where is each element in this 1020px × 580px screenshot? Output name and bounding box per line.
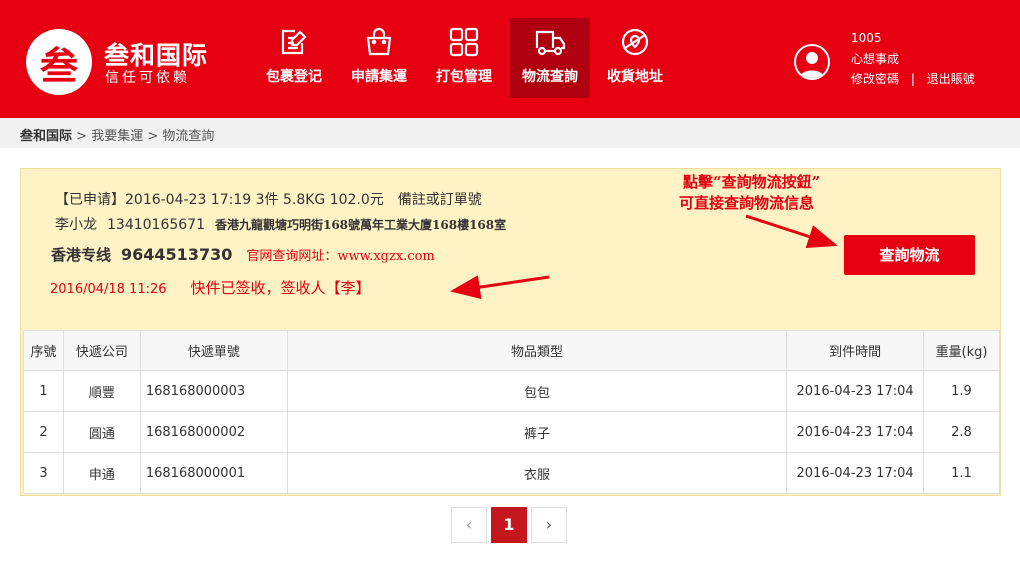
cell-arrival-time: 2016-04-23 17:04: [786, 370, 925, 412]
change-password-link[interactable]: 修改密碼: [851, 72, 899, 86]
breadcrumb-current: 物流查詢: [162, 129, 215, 144]
carrier-name: 香港专线: [51, 246, 112, 264]
order-summary: 【已申请】2016-04-23 17:19 3件 5.8KG 102.0元: [55, 192, 384, 208]
logo[interactable]: 叁: [26, 29, 92, 95]
tracking-line: 香港专线 9644513730 官网查询网址：www.xgzx.com: [51, 244, 435, 265]
hint-line-2: 可直接查詢物流信息: [679, 194, 815, 212]
user-links: 修改密碼 | 退出賬號: [851, 70, 975, 87]
arrow-to-status: [450, 275, 550, 299]
user-id: 1005: [851, 31, 882, 45]
edit-icon: [281, 29, 307, 55]
tracking-status-line: 2016/04/18 11:26 快件已签收，签收人【李】: [50, 277, 371, 298]
breadcrumb: 叁和国际 > 我要集運 > 物流查詢: [0, 118, 1020, 148]
truck-icon: [535, 30, 566, 56]
cell-courier: 申通: [62, 452, 141, 494]
query-logistics-button[interactable]: 查詢物流: [844, 235, 975, 275]
table-row: 2 圓通 168168000002 裤子 2016-04-23 17:04 2.…: [23, 411, 1000, 453]
user-icon: [800, 52, 824, 78]
order-remark: 備註或訂單號: [397, 192, 482, 208]
grid-icon: [449, 27, 479, 57]
cell-index: 3: [23, 452, 64, 494]
order-panel: 【已申请】2016-04-23 17:19 3件 5.8KG 102.0元 備註或…: [20, 168, 1001, 496]
recipient-name: 李小龙: [55, 217, 97, 233]
cell-item-type: 包包: [286, 370, 788, 412]
bag-icon: [366, 27, 392, 56]
cell-weight: 2.8: [923, 411, 1000, 453]
parcel-table: 序號 快遞公司 快遞單號 物品類型 到件時間 重量(kg) 1 順豐 16816…: [23, 330, 1000, 494]
nav-item-logistics-query[interactable]: 物流查詢: [510, 18, 590, 98]
cell-weight: 1.1: [923, 452, 1000, 494]
cell-index: 2: [23, 411, 64, 453]
cell-tracking-no: 168168000001: [139, 452, 288, 494]
nav-label: 物流查詢: [522, 69, 578, 85]
prev-page-button[interactable]: ‹: [451, 507, 487, 543]
col-header-tracking-no: 快遞單號: [139, 330, 288, 371]
nav-label: 包裹登记: [266, 69, 322, 85]
table-row: 3 申通 168168000001 衣服 2016-04-23 17:04 1.…: [23, 452, 1000, 494]
breadcrumb-sep: >: [72, 129, 92, 144]
link-separator: |: [910, 72, 915, 86]
col-header-arrival-time: 到件時間: [786, 330, 925, 371]
hint-annotation: 點擊“查詢物流按鈕” 可直接查詢物流信息: [679, 172, 821, 214]
nav-label: 申請集運: [351, 69, 407, 85]
cell-item-type: 衣服: [286, 452, 788, 494]
cell-tracking-no: 168168000003: [139, 370, 288, 412]
col-header-item-type: 物品類型: [286, 330, 788, 371]
cell-tracking-no: 168168000002: [139, 411, 288, 453]
logo-char: 叁: [39, 42, 78, 88]
nav-item-parcel-register[interactable]: 包裹登记: [254, 18, 334, 98]
avatar[interactable]: [794, 44, 830, 80]
nav-item-apply-consolidation[interactable]: 申請集運: [339, 18, 419, 98]
nav-item-delivery-address[interactable]: 收貨地址: [595, 18, 675, 98]
hint-line-1: 點擊“查詢物流按鈕”: [683, 173, 821, 191]
cell-courier: 圓通: [62, 411, 141, 453]
breadcrumb-sep: >: [143, 129, 163, 144]
nav-label: 收貨地址: [607, 69, 663, 85]
logout-link[interactable]: 退出賬號: [927, 72, 975, 86]
nav-item-pack-manage[interactable]: 打包管理: [424, 18, 504, 98]
top-header: 叁 叁和国际 信任可依赖 包裹登记 申請集運 打包管理 物流查詢 收貨地址 10…: [0, 0, 1020, 118]
cell-item-type: 裤子: [286, 411, 788, 453]
col-header-courier: 快遞公司: [62, 330, 141, 371]
cell-courier: 順豐: [62, 370, 141, 412]
breadcrumb-level1[interactable]: 我要集運: [91, 129, 143, 144]
recipient-phone: 13410165671: [107, 217, 205, 233]
page-1-button[interactable]: 1: [491, 507, 527, 543]
nav-label: 打包管理: [436, 69, 492, 85]
pagination: ‹ 1 ›: [451, 507, 571, 543]
map-pin-icon: [621, 28, 649, 56]
next-page-button[interactable]: ›: [531, 507, 567, 543]
carrier-site-link[interactable]: 官网查询网址：www.xgzx.com: [246, 249, 434, 264]
breadcrumb-root[interactable]: 叁和国际: [20, 129, 72, 144]
cell-arrival-time: 2016-04-23 17:04: [786, 452, 925, 494]
user-name: 心想事成: [851, 52, 900, 66]
col-header-index: 序號: [23, 330, 64, 371]
recipient-line: 李小龙 13410165671 香港九龍觀塘巧明街168號萬年工業大廈168樓168…: [55, 214, 506, 234]
cell-weight: 1.9: [923, 370, 1000, 412]
brand-slogan: 信任可依赖: [105, 70, 190, 86]
tracking-number: 9644513730: [121, 245, 233, 264]
status-time: 2016/04/18 11:26: [50, 282, 167, 297]
table-header-row: 序號 快遞公司 快遞單號 物品類型 到件時間 重量(kg): [23, 330, 1000, 371]
cell-arrival-time: 2016-04-23 17:04: [786, 411, 925, 453]
col-header-weight: 重量(kg): [923, 330, 1000, 371]
arrow-to-button: [745, 214, 838, 249]
order-summary-line: 【已申请】2016-04-23 17:19 3件 5.8KG 102.0元 備註或…: [55, 189, 482, 209]
recipient-address: 香港九龍觀塘巧明街168號萬年工業大廈168樓168室: [214, 218, 507, 232]
cell-index: 1: [23, 370, 64, 412]
table-row: 1 順豐 168168000003 包包 2016-04-23 17:04 1.…: [23, 370, 1000, 412]
status-message: 快件已签收，签收人【李】: [190, 279, 371, 297]
